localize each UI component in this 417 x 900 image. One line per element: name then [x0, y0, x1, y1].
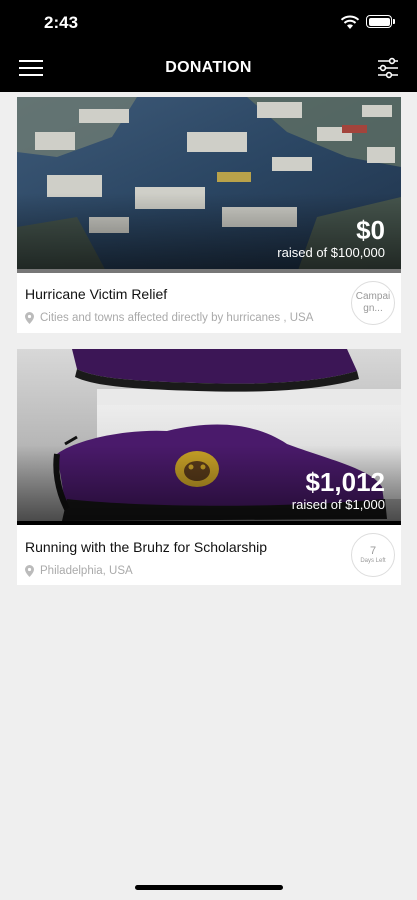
campaign-image-flood: $0 raised of $100,000: [17, 97, 401, 273]
campaign-title: Hurricane Victim Relief: [25, 286, 168, 302]
campaign-badge: Campaign...: [351, 281, 395, 325]
amount-raised: $1,012: [305, 467, 385, 497]
wifi-icon: [340, 15, 360, 29]
amount-raised: $0: [356, 215, 385, 245]
home-indicator[interactable]: [135, 885, 283, 890]
progress-fill: [17, 521, 401, 525]
location-pin-icon: [25, 565, 34, 577]
battery-icon: [366, 15, 395, 28]
badge-text: Campaign...: [355, 291, 391, 314]
days-left-label: Days Left: [360, 558, 386, 564]
location-text: Cities and towns affected directly by hu…: [40, 312, 314, 324]
campaign-card[interactable]: $0 raised of $100,000 Hurricane Victim R…: [17, 97, 401, 333]
raised-of-goal: raised of $1,000: [291, 497, 385, 512]
campaign-image-sneakers: $1,012 raised of $1,000: [17, 349, 401, 525]
location-text: Philadelphia, USA: [40, 565, 133, 577]
raised-of-goal: raised of $100,000: [277, 245, 385, 260]
sliders-filter-icon[interactable]: [376, 56, 400, 80]
page-title: DONATION: [165, 59, 252, 76]
location-pin-icon: [25, 312, 34, 324]
progress-bar: [17, 269, 401, 273]
header-bar: DONATION: [0, 44, 417, 92]
campaign-card[interactable]: $1,012 raised of $1,000 Running with the…: [17, 349, 401, 585]
progress-bar: [17, 521, 401, 525]
campaign-title: Running with the Bruhz for Scholarship: [25, 539, 268, 555]
campaign-location: Philadelphia, USA: [25, 565, 133, 577]
status-bar: 2:43: [0, 0, 417, 44]
status-time: 2:43: [44, 13, 79, 32]
campaign-location: Cities and towns affected directly by hu…: [25, 312, 313, 324]
days-left-number: 7: [369, 545, 377, 557]
days-left-badge: 7 Days Left: [351, 533, 395, 577]
